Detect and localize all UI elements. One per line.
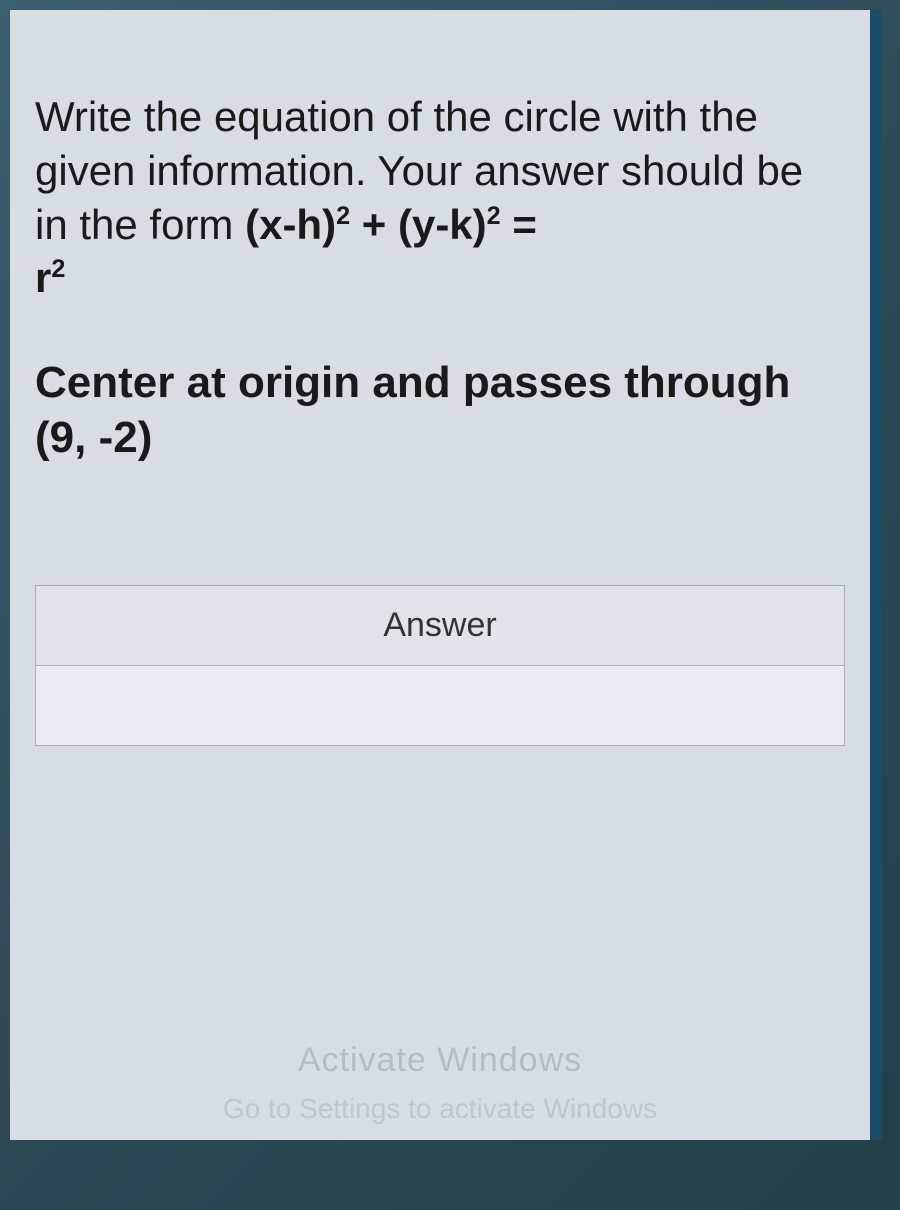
- watermark-subtext: Go to Settings to activate Windows: [10, 1093, 870, 1125]
- formula-plus: +: [350, 201, 398, 248]
- formula-sup-2: 2: [487, 202, 501, 230]
- watermark-text: Activate Windows: [10, 1041, 870, 1080]
- question-detail: Center at origin and passes through (9, …: [35, 355, 845, 465]
- answer-header-cell: Answer: [36, 586, 845, 666]
- answer-table: Answer: [35, 585, 845, 746]
- formula-r: r: [35, 254, 51, 301]
- formula-xh: (x-h): [245, 201, 336, 248]
- formula-equals: =: [501, 201, 537, 248]
- formula-sup-3: 2: [51, 255, 65, 283]
- question-panel: Write the equation of the circle with th…: [10, 10, 882, 1140]
- formula-sup-1: 2: [336, 202, 350, 230]
- question-instruction: Write the equation of the circle with th…: [35, 90, 845, 305]
- formula-yk: (y-k): [398, 201, 487, 248]
- answer-input-cell[interactable]: [36, 666, 845, 746]
